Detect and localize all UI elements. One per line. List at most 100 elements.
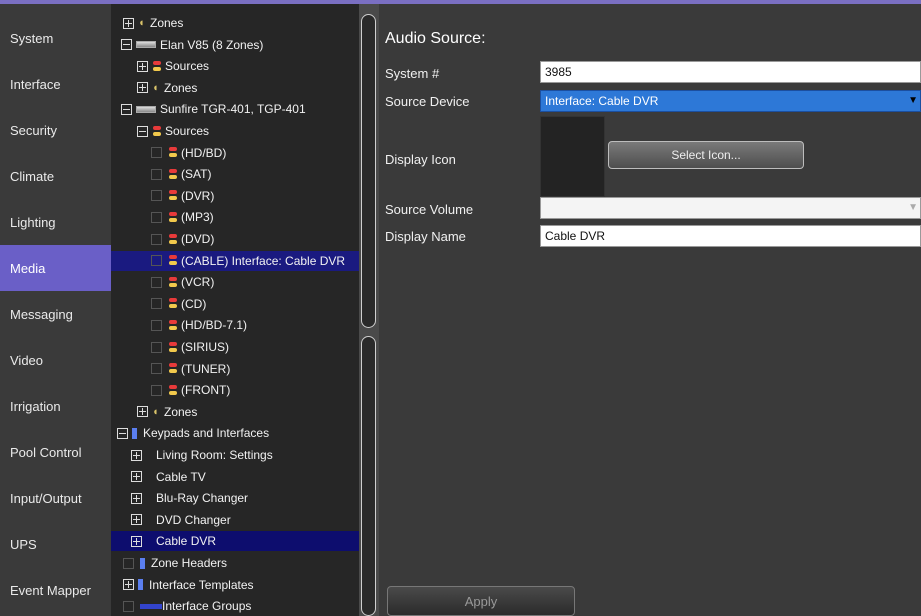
source-icon: [168, 211, 178, 223]
tree-item[interactable]: (CABLE) Interface: Cable DVR: [111, 250, 359, 271]
tree-item[interactable]: Cable DVR: [111, 531, 359, 552]
nav-item-climate[interactable]: Climate: [0, 153, 111, 199]
tree-checkbox[interactable]: [151, 233, 162, 245]
tree-item-label: (CD): [181, 296, 207, 311]
source-icon: [168, 233, 178, 245]
tree-checkbox[interactable]: [151, 298, 162, 310]
tree-checkbox[interactable]: [151, 147, 162, 159]
tree-checkbox[interactable]: [123, 557, 134, 569]
tree-checkbox[interactable]: [151, 341, 162, 353]
tree-checkbox[interactable]: [151, 384, 162, 396]
source-volume-select[interactable]: ▼: [540, 197, 921, 219]
collapse-icon[interactable]: [137, 125, 148, 137]
tree-item-label: Sources: [165, 59, 210, 74]
tree-item[interactable]: Living Room: Settings: [111, 445, 273, 465]
collapse-icon[interactable]: [117, 427, 128, 439]
zone-icon: ◖: [152, 405, 159, 418]
tree-item[interactable]: Sources: [111, 56, 209, 76]
category-nav: System Interface Security Climate Lighting Me…: [0, 4, 111, 616]
expand-icon[interactable]: [137, 406, 148, 418]
tree-item[interactable]: ◖ Zones: [111, 13, 183, 33]
nav-item-ups[interactable]: UPS: [0, 521, 111, 567]
tree-item-label: Zones: [164, 404, 198, 419]
tree-item[interactable]: Elan V85 (8 Zones): [111, 35, 263, 55]
tree-checkbox[interactable]: [151, 363, 162, 375]
source-device-select[interactable]: Interface: Cable DVR ▼: [540, 90, 921, 112]
tree-item[interactable]: (DVR): [111, 186, 214, 206]
tree-item[interactable]: ◖ Zones: [111, 78, 197, 98]
expand-icon[interactable]: [131, 514, 142, 526]
system-number-field[interactable]: 3985: [540, 61, 921, 83]
nav-item-event-mapper[interactable]: Event Mapper: [0, 567, 111, 613]
tree-item-label: Interface Groups: [162, 599, 252, 614]
tree-checkbox[interactable]: [151, 255, 162, 267]
tree-checkbox[interactable]: [151, 276, 162, 288]
expand-icon[interactable]: [131, 492, 142, 504]
source-icon: [152, 125, 162, 137]
properties-panel: Audio Source: System # 3985 Source Devic…: [379, 4, 921, 616]
nav-item-media[interactable]: Media: [0, 245, 111, 291]
select-icon-button[interactable]: Select Icon...: [608, 141, 804, 169]
tree-item[interactable]: Interface Templates: [111, 575, 254, 595]
expand-icon[interactable]: [131, 535, 142, 547]
tree-item[interactable]: (HD/BD): [111, 143, 226, 163]
tree-item[interactable]: Interface Groups: [111, 596, 251, 616]
device-icon: [136, 41, 156, 49]
expand-icon[interactable]: [131, 471, 142, 483]
tree-item[interactable]: (CD): [111, 294, 206, 314]
tree-item-label: (DVR): [181, 188, 215, 203]
tree-item[interactable]: ◖ Zones: [111, 402, 197, 422]
nav-item-video[interactable]: Video: [0, 337, 111, 383]
source-icon: [168, 255, 178, 266]
tree-item[interactable]: (TUNER): [111, 359, 230, 379]
dropdown-arrow-icon[interactable]: ▼: [908, 95, 918, 106]
panel-title: Audio Source:: [385, 30, 486, 47]
display-name-input[interactable]: Cable DVR: [540, 225, 921, 247]
tree-item[interactable]: Cable TV: [111, 467, 206, 487]
source-icon: [168, 341, 178, 353]
tree-item[interactable]: Sunfire TGR-401, TGP-401: [111, 99, 306, 119]
nav-item-messaging[interactable]: Messaging: [0, 291, 111, 337]
tree-checkbox[interactable]: [151, 190, 162, 202]
nav-item-security[interactable]: Security: [0, 107, 111, 153]
tree-item[interactable]: (DVD): [111, 229, 214, 249]
nav-item-lighting[interactable]: Lighting: [0, 199, 111, 245]
display-name-label: Display Name: [385, 229, 466, 244]
apply-button[interactable]: Apply: [387, 586, 575, 616]
tree-checkbox[interactable]: [151, 319, 162, 331]
tree-item[interactable]: Keypads and Interfaces: [111, 423, 269, 443]
nav-item-system[interactable]: System: [0, 15, 111, 61]
source-icon: [168, 363, 178, 374]
tree-item[interactable]: (FRONT): [111, 380, 230, 400]
tree-scrollbar-thumb[interactable]: [361, 14, 376, 328]
tree-item[interactable]: (SAT): [111, 164, 211, 184]
tree-item[interactable]: (SIRIUS): [111, 337, 229, 357]
tree-item-label: (MP3): [181, 210, 214, 225]
collapse-icon[interactable]: [121, 103, 132, 115]
volume-dropdown-arrow-icon[interactable]: ▼: [908, 202, 918, 213]
tree-item[interactable]: Blu-Ray Changer: [111, 488, 248, 508]
tree-checkbox[interactable]: [151, 168, 162, 180]
expand-icon[interactable]: [137, 82, 148, 94]
zone-icon: ◖: [138, 17, 145, 29]
tree-item[interactable]: (HD/BD-7.1): [111, 315, 247, 335]
tree-checkbox[interactable]: [123, 600, 134, 612]
expand-icon[interactable]: [137, 60, 148, 72]
nav-item-pool-control[interactable]: Pool Control: [0, 429, 111, 475]
tree-item[interactable]: Zone Headers: [111, 553, 227, 573]
nav-item-irrigation[interactable]: Irrigation: [0, 383, 111, 429]
nav-item-interface[interactable]: Interface: [0, 61, 111, 107]
expand-icon[interactable]: [123, 17, 134, 29]
tree-item[interactable]: DVD Changer: [111, 510, 231, 530]
expand-icon[interactable]: [131, 449, 142, 461]
tree-item[interactable]: (MP3): [111, 207, 214, 227]
expand-icon[interactable]: [123, 579, 134, 591]
tree-scrollbar-lower-track[interactable]: [361, 336, 376, 616]
configuration-tree: ◖ Zones Elan V85 (8 Zones) Sources ◖ Zones Sun…: [111, 4, 359, 616]
nav-item-input-output[interactable]: Input/Output: [0, 475, 111, 521]
tree-item[interactable]: Sources: [111, 121, 209, 141]
tree-item-label: Elan V85 (8 Zones): [160, 37, 264, 52]
tree-item[interactable]: (VCR): [111, 272, 214, 292]
collapse-icon[interactable]: [121, 39, 132, 51]
tree-checkbox[interactable]: [151, 211, 162, 223]
